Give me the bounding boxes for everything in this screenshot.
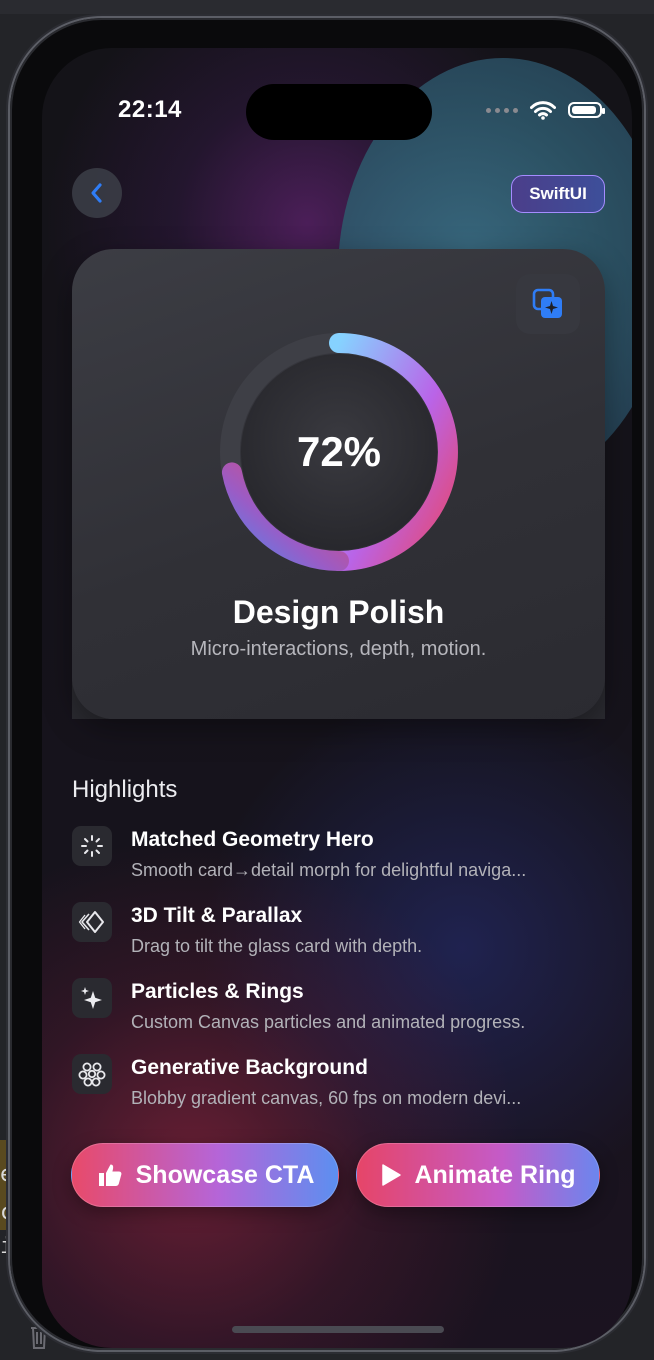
highlight-title: 3D Tilt & Parallax: [131, 904, 303, 927]
animate-ring-button[interactable]: Animate Ring: [356, 1143, 600, 1207]
editor-top-bar: [0, 0, 654, 14]
wifi-icon: [530, 101, 556, 120]
battery-icon: [568, 102, 605, 118]
sparkles-icon: [72, 978, 112, 1018]
card-title: Design Polish: [232, 594, 445, 630]
home-indicator: [232, 1326, 444, 1333]
progress-percent-label: 72%: [296, 428, 382, 475]
highlight-title: Particles & Rings: [131, 980, 304, 1003]
card-subtitle: Micro-interactions, depth, motion.: [190, 638, 487, 660]
swiftui-badge: SwiftUI: [511, 175, 605, 213]
highlight-description: Drag to tilt the glass card with depth.: [131, 936, 423, 956]
copy-sparkle-icon: [532, 288, 562, 318]
circles-cluster-icon: [72, 1054, 112, 1094]
dynamic-island: [246, 84, 432, 140]
cellular-dots-icon: [486, 107, 518, 113]
highlight-title: Generative Background: [131, 1056, 368, 1079]
list-item[interactable]: Matched Geometry Hero Smooth card→detail…: [72, 826, 612, 902]
chevron-left-icon: [91, 183, 102, 203]
showcase-cta-label: Showcase CTA: [135, 1160, 315, 1189]
list-item[interactable]: 3D Tilt & Parallax Drag to tilt the glas…: [72, 902, 612, 978]
list-item[interactable]: Generative Background Blobby gradient ca…: [72, 1054, 612, 1130]
status-indicators: [486, 100, 605, 120]
highlight-description: Custom Canvas particles and animated pro…: [131, 1012, 526, 1032]
progress-ring[interactable]: 72%: [219, 332, 459, 572]
showcase-cta-button[interactable]: Showcase CTA: [71, 1143, 339, 1207]
highlight-description: Smooth card→detail morph for delightful …: [131, 860, 527, 880]
phone-frame: 22:14 SwiftUI 72% Design Polish Micro-in…: [10, 18, 644, 1350]
highlight-description: Blobby gradient canvas, 60 fps on modern…: [131, 1088, 522, 1108]
highlights-list: Matched Geometry Hero Smooth card→detail…: [72, 826, 612, 1130]
status-time: 22:14: [118, 96, 182, 123]
highlight-title: Matched Geometry Hero: [131, 828, 374, 851]
sparkle-burst-icon: [72, 826, 112, 866]
list-item[interactable]: Particles & Rings Custom Canvas particle…: [72, 978, 612, 1054]
play-icon: [382, 1164, 402, 1186]
app-screen: 22:14 SwiftUI 72% Design Polish Micro-in…: [42, 48, 632, 1348]
copy-button[interactable]: [516, 274, 580, 334]
highlights-heading: Highlights: [72, 776, 178, 803]
back-button[interactable]: [72, 168, 122, 218]
animate-ring-label: Animate Ring: [414, 1160, 576, 1189]
tilt-diamond-icon: [72, 902, 112, 942]
thumbs-up-icon: [98, 1164, 122, 1186]
